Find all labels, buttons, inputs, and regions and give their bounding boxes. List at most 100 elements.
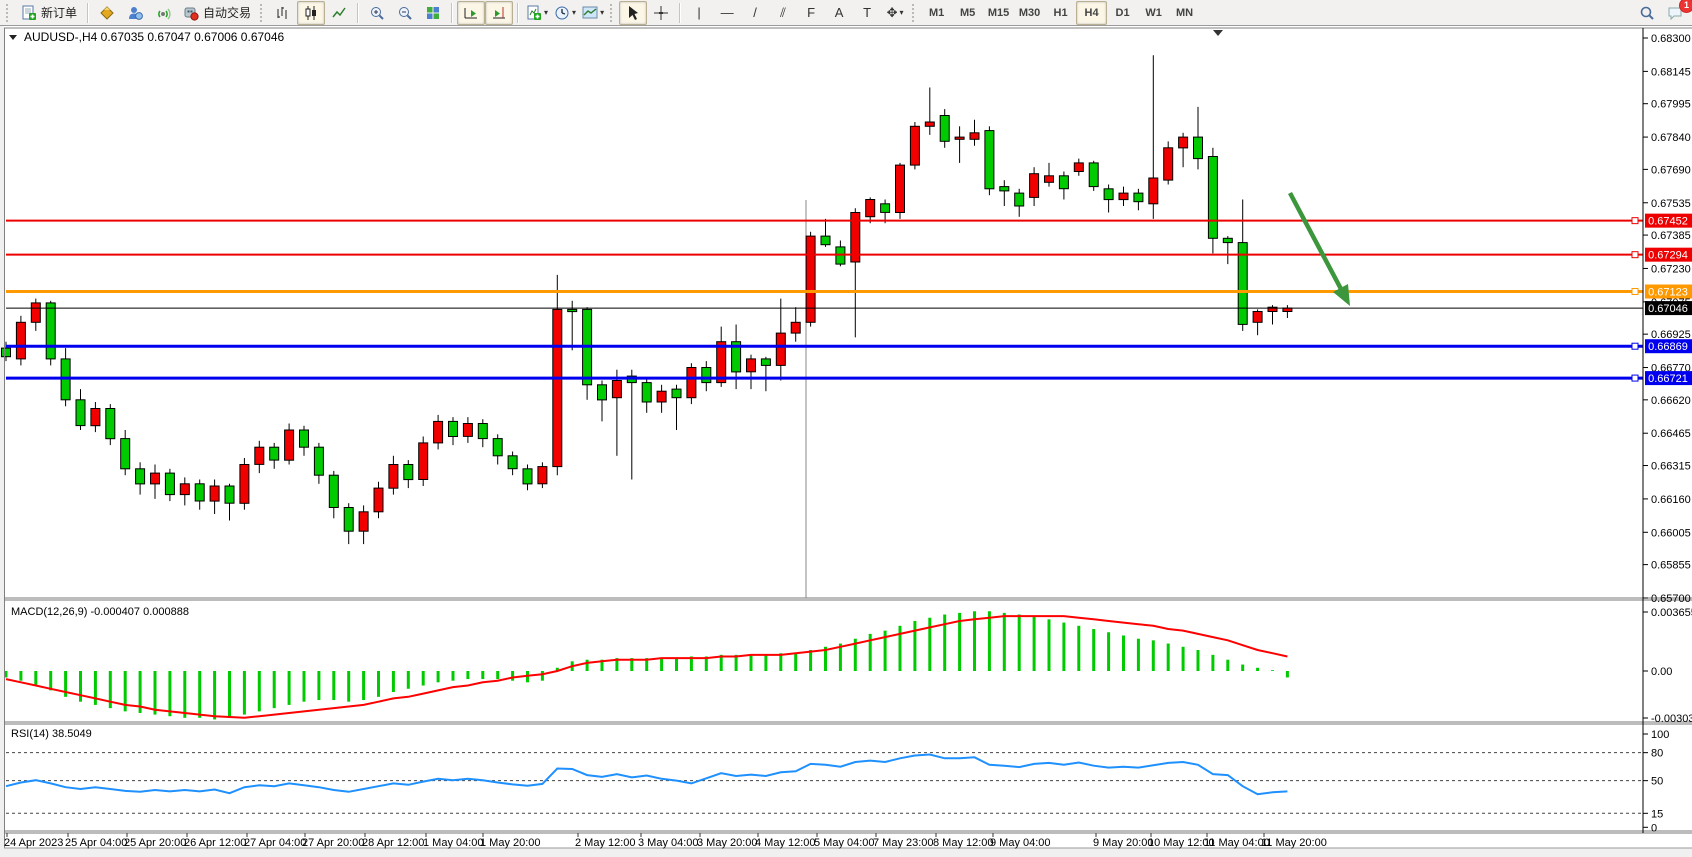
price-tick-label: 0.65855: [1651, 560, 1691, 572]
toolbar-drag-handle[interactable]: [260, 4, 266, 22]
timeframe-d1-button[interactable]: D1: [1107, 1, 1138, 25]
notification-badge: 1: [1679, 0, 1692, 13]
timeframe-h4-button[interactable]: H4: [1076, 1, 1107, 25]
candle-body: [598, 385, 607, 400]
autotrading-button[interactable]: 自动交易: [177, 1, 257, 25]
timeframe-m15-button[interactable]: M15: [983, 1, 1014, 25]
candle-body: [121, 439, 130, 469]
crosshair-tool-button[interactable]: [647, 1, 675, 25]
candle-body: [359, 512, 368, 531]
time-tick-label: 26 Apr 12:00: [184, 837, 246, 849]
timeframe-m1-button[interactable]: M1: [921, 1, 952, 25]
bottom-strip: [4, 848, 1692, 857]
time-tick-label: 7 May 23:00: [873, 837, 934, 849]
zoom-out-button[interactable]: [391, 1, 419, 25]
bar-chart-icon: [275, 5, 291, 21]
price-tick-label: 0.68145: [1651, 66, 1691, 78]
price-label-text: 0.66721: [1648, 373, 1688, 385]
time-tick-label: 3 May 20:00: [697, 837, 758, 849]
candle-body: [463, 424, 472, 437]
separator: [517, 3, 519, 23]
candle-body: [285, 430, 294, 460]
price-tick-label: 0.65700: [1651, 593, 1691, 605]
bar-chart-button[interactable]: [269, 1, 297, 25]
timeframe-mn-button[interactable]: MN: [1169, 1, 1200, 25]
search-icon: [1639, 5, 1655, 21]
candle-body: [866, 200, 875, 217]
candle-body: [2, 348, 11, 357]
fibonacci-tool-button[interactable]: F: [797, 1, 825, 25]
search-button[interactable]: [1633, 1, 1661, 25]
trendline-icon: /: [753, 5, 757, 20]
signals-button[interactable]: [149, 1, 177, 25]
line-end-marker: [1632, 218, 1638, 224]
candle-body: [1179, 137, 1188, 148]
chart-shift-button[interactable]: [485, 1, 513, 25]
candle-body: [389, 465, 398, 489]
candle-body: [91, 409, 100, 426]
zoom-in-button[interactable]: [363, 1, 391, 25]
auto-scroll-button[interactable]: [457, 1, 485, 25]
text-icon: A: [835, 5, 844, 20]
autotrading-label: 自动交易: [203, 4, 251, 21]
periods-button[interactable]: ▾: [551, 1, 579, 25]
price-tick-label: 0.67995: [1651, 99, 1691, 111]
toolbar-drag-handle[interactable]: [912, 4, 918, 22]
chart-shift-icon: [491, 5, 507, 21]
candle-body: [657, 391, 666, 402]
candle-body: [151, 473, 160, 484]
candle-body: [1208, 157, 1217, 239]
text-label-icon: T: [863, 5, 871, 20]
candle-body: [568, 309, 577, 311]
candle-body: [136, 469, 145, 484]
channel-tool-button[interactable]: ⫽: [769, 1, 797, 25]
auto-scroll-icon: [463, 5, 479, 21]
market-watch-button[interactable]: [93, 1, 121, 25]
zoom-in-icon: [369, 5, 385, 21]
trendline-tool-button[interactable]: /: [741, 1, 769, 25]
candle-body: [404, 465, 413, 480]
toolbar-drag-handle[interactable]: [610, 4, 616, 22]
candle-body: [419, 443, 428, 480]
candle-body: [925, 122, 934, 126]
candle-body: [16, 322, 25, 359]
dropdown-caret: ▾: [900, 8, 904, 17]
candle-body: [314, 447, 323, 475]
price-label-text: 0.67294: [1648, 250, 1688, 262]
time-tick-label: 3 May 04:00: [638, 837, 699, 849]
price-tick-label: 0.68300: [1651, 33, 1691, 45]
cursor-tool-button[interactable]: [619, 1, 647, 25]
toolbar-drag-handle[interactable]: [6, 4, 12, 22]
time-tick-label: 27 Apr 20:00: [302, 837, 364, 849]
timeframe-m5-button[interactable]: M5: [952, 1, 983, 25]
candle-body: [478, 424, 487, 439]
candle-body: [46, 303, 55, 359]
main-toolbar: 新订单 自动交易 ▾: [0, 0, 1692, 26]
tile-windows-button[interactable]: [419, 1, 447, 25]
candle-body: [300, 430, 309, 447]
indicators-button[interactable]: ▾: [523, 1, 551, 25]
text-label-tool-button[interactable]: T: [853, 1, 881, 25]
arrows-tool-button[interactable]: ✥▾: [881, 1, 909, 25]
timeframe-m30-button[interactable]: M30: [1014, 1, 1045, 25]
candle-body: [1089, 163, 1098, 187]
chart-canvas[interactable]: AUDUSD-,H4 0.67035 0.67047 0.67006 0.670…: [0, 26, 1692, 857]
community-button[interactable]: [121, 1, 149, 25]
candle-body: [806, 236, 815, 322]
horizontal-line-tool-button[interactable]: —: [713, 1, 741, 25]
candle-body: [434, 421, 443, 443]
timeframe-h1-button[interactable]: H1: [1045, 1, 1076, 25]
time-tick-label: 25 Apr 04:00: [65, 837, 127, 849]
price-tick-label: 0.66620: [1651, 395, 1691, 407]
candle-body: [970, 133, 979, 140]
time-tick-label: 1 May 04:00: [423, 837, 484, 849]
new-order-button[interactable]: 新订单: [15, 1, 83, 25]
notifications-button[interactable]: 1: [1661, 1, 1689, 25]
candle-body: [508, 456, 517, 469]
text-tool-button[interactable]: A: [825, 1, 853, 25]
line-chart-button[interactable]: [325, 1, 353, 25]
timeframe-w1-button[interactable]: W1: [1138, 1, 1169, 25]
candlestick-chart-button[interactable]: [297, 1, 325, 25]
templates-button[interactable]: ▾: [579, 1, 607, 25]
vertical-line-tool-button[interactable]: |: [685, 1, 713, 25]
